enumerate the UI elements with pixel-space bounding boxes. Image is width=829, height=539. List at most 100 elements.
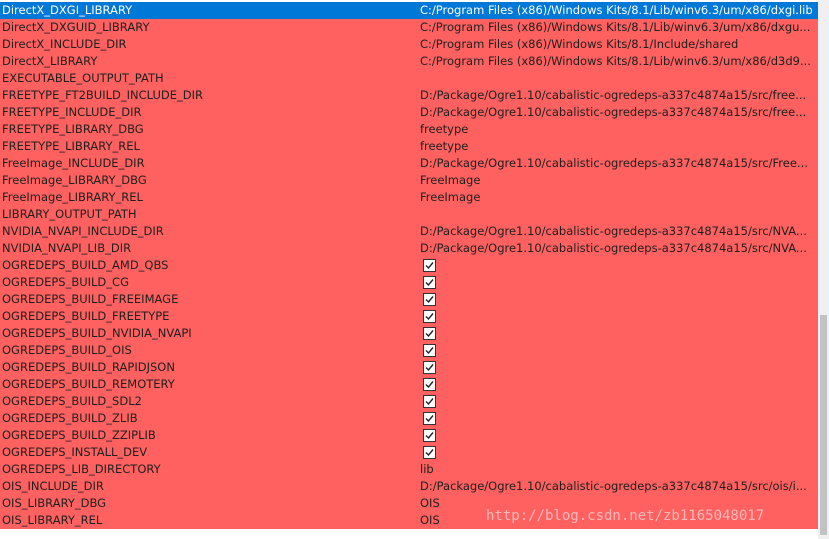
value-checkbox[interactable] xyxy=(423,412,436,425)
value-checkbox[interactable] xyxy=(423,259,436,272)
variable-name: FREETYPE_FT2BUILD_INCLUDE_DIR xyxy=(2,88,203,102)
variable-value[interactable]: C:/Program Files (x86)/Windows Kits/8.1/… xyxy=(420,19,817,36)
checkmark-icon xyxy=(425,313,434,321)
variable-name: DirectX_LIBRARY xyxy=(2,54,98,68)
variable-name: OGREDEPS_BUILD_OIS xyxy=(2,343,132,357)
variable-value[interactable]: FreeImage xyxy=(420,172,817,189)
variable-name: OGREDEPS_BUILD_ZLIB xyxy=(2,411,138,425)
cache-variable-table: DirectX_DXGI_LIBRARY C:/Program Files (x8… xyxy=(0,2,818,529)
variable-value[interactable]: D:/Package/Ogre1.10/cabalistic-ogredeps-… xyxy=(420,104,817,121)
variable-name: FREETYPE_INCLUDE_DIR xyxy=(2,105,142,119)
table-row[interactable]: LIBRARY_OUTPUT_PATH xyxy=(0,206,818,223)
scrollbar-thumb[interactable] xyxy=(820,315,827,535)
variable-name: OGREDEPS_BUILD_AMD_QBS xyxy=(2,258,169,272)
table-row[interactable]: DirectX_DXGI_LIBRARY C:/Program Files (x8… xyxy=(0,2,818,19)
variable-value[interactable]: freetype xyxy=(420,138,817,155)
table-row[interactable]: OGREDEPS_BUILD_REMOTERY xyxy=(0,376,818,393)
value-checkbox[interactable] xyxy=(423,327,436,340)
variable-name: OGREDEPS_BUILD_REMOTERY xyxy=(2,377,175,391)
table-row[interactable]: FreeImage_LIBRARY_REL FreeImage xyxy=(0,189,818,206)
variable-name: NVIDIA_NVAPI_LIB_DIR xyxy=(2,241,132,255)
checkmark-icon xyxy=(425,381,434,389)
vertical-scrollbar[interactable] xyxy=(818,0,829,539)
variable-value[interactable]: C:/Program Files (x86)/Windows Kits/8.1/… xyxy=(420,53,817,70)
table-row[interactable]: NVIDIA_NVAPI_LIB_DIR D:/Package/Ogre1.10/… xyxy=(0,240,818,257)
variable-name: NVIDIA_NVAPI_INCLUDE_DIR xyxy=(2,224,164,238)
variable-name: LIBRARY_OUTPUT_PATH xyxy=(2,207,137,221)
variable-value[interactable]: C:/Program Files (x86)/Windows Kits/8.1/… xyxy=(420,2,817,19)
variable-value[interactable]: D:/Package/Ogre1.10/cabalistic-ogredeps-… xyxy=(420,223,817,240)
checkmark-icon xyxy=(425,262,434,270)
table-row[interactable]: OGREDEPS_BUILD_FREEIMAGE xyxy=(0,291,818,308)
variable-name: OGREDEPS_BUILD_CG xyxy=(2,275,129,289)
table-row[interactable]: FREETYPE_LIBRARY_DBG freetype xyxy=(0,121,818,138)
variable-value[interactable]: OIS xyxy=(420,512,817,529)
table-row[interactable]: NVIDIA_NVAPI_INCLUDE_DIR D:/Package/Ogre1… xyxy=(0,223,818,240)
cmake-cache-viewport: DirectX_DXGI_LIBRARY C:/Program Files (x8… xyxy=(0,0,829,539)
variable-name: EXECUTABLE_OUTPUT_PATH xyxy=(2,71,164,85)
variable-name: DirectX_INCLUDE_DIR xyxy=(2,37,127,51)
variable-value[interactable]: FreeImage xyxy=(420,189,817,206)
variable-value[interactable]: freetype xyxy=(420,121,817,138)
value-checkbox[interactable] xyxy=(423,395,436,408)
value-checkbox[interactable] xyxy=(423,310,436,323)
table-row[interactable]: OGREDEPS_BUILD_FREETYPE xyxy=(0,308,818,325)
table-row[interactable]: DirectX_LIBRARY C:/Program Files (x86)/Wi… xyxy=(0,53,818,70)
table-row[interactable]: OGREDEPS_BUILD_CG xyxy=(0,274,818,291)
variable-value[interactable]: D:/Package/Ogre1.10/cabalistic-ogredeps-… xyxy=(420,87,817,104)
table-row[interactable]: OGREDEPS_BUILD_OIS xyxy=(0,342,818,359)
checkmark-icon xyxy=(425,415,434,423)
table-row[interactable]: OGREDEPS_INSTALL_DEV xyxy=(0,444,818,461)
value-checkbox[interactable] xyxy=(423,276,436,289)
variable-value[interactable]: D:/Package/Ogre1.10/cabalistic-ogredeps-… xyxy=(420,240,817,257)
variable-value[interactable]: D:/Package/Ogre1.10/cabalistic-ogredeps-… xyxy=(420,478,817,495)
checkmark-icon xyxy=(425,330,434,338)
table-row[interactable]: OGREDEPS_BUILD_ZLIB xyxy=(0,410,818,427)
table-row[interactable]: FreeImage_INCLUDE_DIR D:/Package/Ogre1.10… xyxy=(0,155,818,172)
table-row[interactable]: OGREDEPS_BUILD_NVIDIA_NVAPI xyxy=(0,325,818,342)
table-row[interactable]: FREETYPE_FT2BUILD_INCLUDE_DIR D:/Package/… xyxy=(0,87,818,104)
table-row[interactable]: DirectX_INCLUDE_DIR C:/Program Files (x86… xyxy=(0,36,818,53)
value-checkbox[interactable] xyxy=(423,344,436,357)
checkmark-icon xyxy=(425,432,434,440)
checkmark-icon xyxy=(425,347,434,355)
variable-name: FREETYPE_LIBRARY_DBG xyxy=(2,122,144,136)
variable-name: OGREDEPS_BUILD_RAPIDJSON xyxy=(2,360,175,374)
variable-value[interactable]: D:/Package/Ogre1.10/cabalistic-ogredeps-… xyxy=(420,155,817,172)
table-row[interactable]: OGREDEPS_BUILD_ZZIPLIB xyxy=(0,427,818,444)
variable-name: OIS_INCLUDE_DIR xyxy=(2,479,104,493)
table-row[interactable]: OGREDEPS_BUILD_RAPIDJSON xyxy=(0,359,818,376)
value-checkbox[interactable] xyxy=(423,361,436,374)
variable-name: FreeImage_LIBRARY_DBG xyxy=(2,173,147,187)
checkmark-icon xyxy=(425,279,434,287)
table-row[interactable]: OIS_INCLUDE_DIR D:/Package/Ogre1.10/cabal… xyxy=(0,478,818,495)
variable-name: OGREDEPS_INSTALL_DEV xyxy=(2,445,148,459)
table-row[interactable]: OGREDEPS_BUILD_SDL2 xyxy=(0,393,818,410)
table-row[interactable]: EXECUTABLE_OUTPUT_PATH xyxy=(0,70,818,87)
variable-name: OGREDEPS_BUILD_SDL2 xyxy=(2,394,142,408)
value-checkbox[interactable] xyxy=(423,429,436,442)
checkmark-icon xyxy=(425,398,434,406)
bottom-edge xyxy=(0,534,818,539)
variable-name: FreeImage_LIBRARY_REL xyxy=(2,190,143,204)
variable-name: FREETYPE_LIBRARY_REL xyxy=(2,139,140,153)
table-row[interactable]: OGREDEPS_BUILD_AMD_QBS xyxy=(0,257,818,274)
table-row[interactable]: OIS_LIBRARY_REL OIS xyxy=(0,512,818,529)
variable-name: OGREDEPS_BUILD_FREETYPE xyxy=(2,309,170,323)
table-row[interactable]: FREETYPE_LIBRARY_REL freetype xyxy=(0,138,818,155)
value-checkbox[interactable] xyxy=(423,378,436,391)
variable-value[interactable]: lib xyxy=(420,461,817,478)
table-row[interactable]: OIS_LIBRARY_DBG OIS xyxy=(0,495,818,512)
variable-value[interactable]: OIS xyxy=(420,495,817,512)
variable-value[interactable]: C:/Program Files (x86)/Windows Kits/8.1/… xyxy=(420,36,817,53)
table-row[interactable]: DirectX_DXGUID_LIBRARY C:/Program Files (… xyxy=(0,19,818,36)
variable-name: OGREDEPS_LIB_DIRECTORY xyxy=(2,462,161,476)
table-row[interactable]: FreeImage_LIBRARY_DBG FreeImage xyxy=(0,172,818,189)
table-row[interactable]: FREETYPE_INCLUDE_DIR D:/Package/Ogre1.10/… xyxy=(0,104,818,121)
checkmark-icon xyxy=(425,296,434,304)
variable-name: OIS_LIBRARY_REL xyxy=(2,513,103,527)
value-checkbox[interactable] xyxy=(423,446,436,459)
table-row[interactable]: OGREDEPS_LIB_DIRECTORY lib xyxy=(0,461,818,478)
value-checkbox[interactable] xyxy=(423,293,436,306)
variable-name: OIS_LIBRARY_DBG xyxy=(2,496,107,510)
